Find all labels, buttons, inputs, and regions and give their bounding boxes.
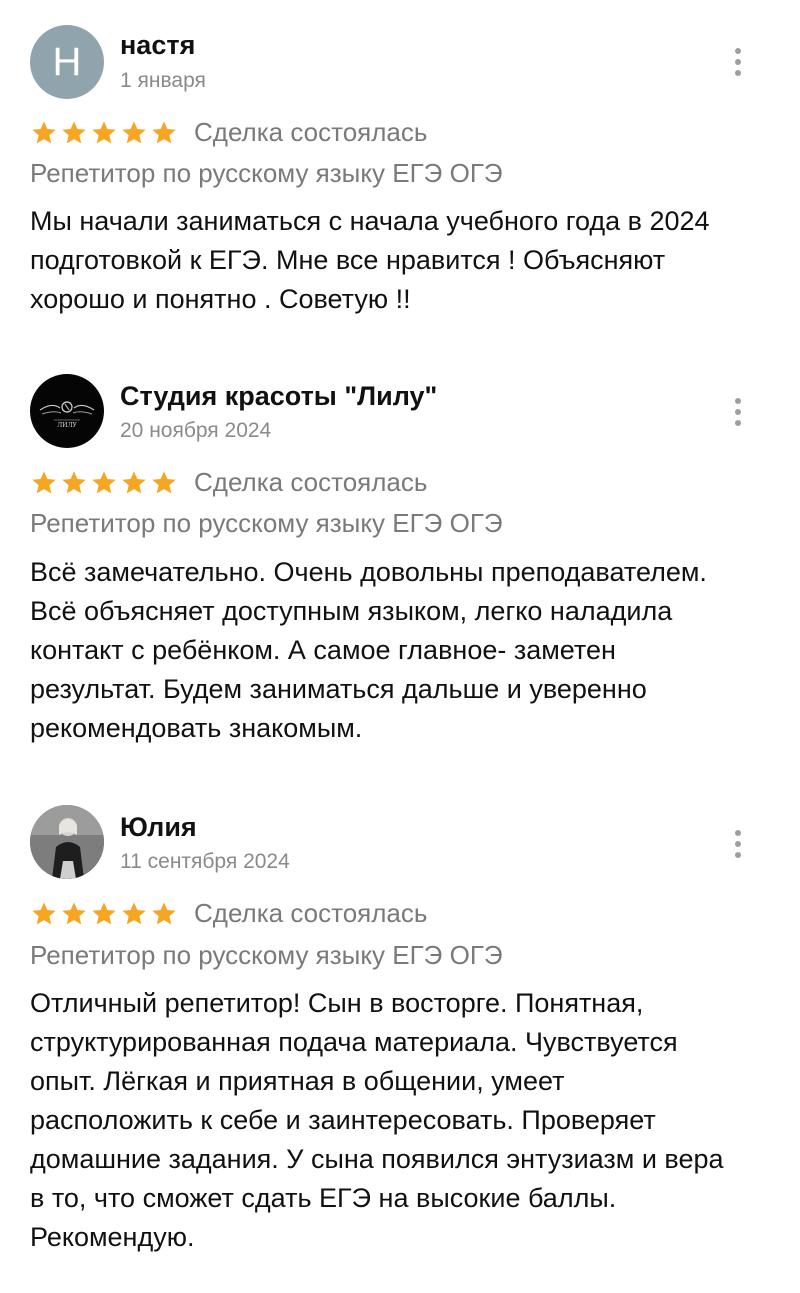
user-photo-icon [30, 805, 104, 879]
star-icon [32, 470, 56, 493]
review-text: Отличный репетитор! Сын в восторге. Поня… [30, 984, 770, 1257]
review-text-line: Рекомендую. [30, 1222, 195, 1252]
avatar[interactable]: Н [30, 25, 104, 99]
review-text-line: опыт. Лёгкая и приятная в общении, умеет [30, 1066, 565, 1096]
star-icon [152, 901, 176, 924]
deal-status: Сделка состоялась [194, 117, 428, 147]
review-text-line: результат. Будем заниматься дальше и уве… [30, 674, 647, 704]
review-text-line: подготовкой к ЕГЭ. Мне все нравится ! Об… [30, 245, 666, 275]
star-rating [30, 900, 178, 928]
studio-logo-icon: ЛИЛУ [39, 401, 95, 429]
star-icon [152, 470, 176, 493]
rating-row: Сделка состоялась [30, 898, 427, 929]
avatar-letter: Н [52, 39, 82, 84]
star-icon [122, 120, 146, 143]
rating-row: Сделка состоялась [30, 467, 427, 498]
star-icon [92, 470, 116, 493]
star-icon [122, 901, 146, 924]
star-icon [122, 470, 146, 493]
rating-row: Сделка состоялась [30, 117, 427, 148]
review-text-line: Мы начали заниматься с начала учебного г… [30, 206, 710, 236]
review-text: Мы начали заниматься с начала учебного г… [30, 202, 770, 319]
review-date: 20 ноября 2024 [120, 419, 272, 442]
star-icon [92, 901, 116, 924]
star-rating [30, 119, 178, 147]
author-name[interactable]: Юлия [120, 812, 197, 843]
star-icon [62, 901, 86, 924]
deal-status: Сделка состоялась [194, 467, 428, 497]
deal-status: Сделка состоялась [194, 898, 428, 928]
more-options-icon[interactable] [726, 826, 750, 862]
review-text-line: домашние задания. У сына появился энтузи… [30, 1144, 724, 1174]
star-icon [62, 120, 86, 143]
star-icon [92, 120, 116, 143]
review-text-line: хорошо и понятно . Советую !! [30, 284, 411, 314]
service-category: Репетитор по русскому языку ЕГЭ ОГЭ [30, 508, 503, 538]
avatar[interactable] [30, 805, 104, 879]
star-icon [62, 470, 86, 493]
review-text-line: рекомендовать знакомым. [30, 713, 363, 743]
review-text-line: Всё замечательно. Очень довольны препода… [30, 557, 707, 587]
star-icon [32, 120, 56, 143]
review-text: Всё замечательно. Очень довольны препода… [30, 553, 770, 748]
review-date: 1 января [120, 69, 206, 92]
review-text-line: Всё объясняет доступным языком, легко на… [30, 596, 673, 626]
more-options-icon[interactable] [726, 44, 750, 80]
more-options-icon[interactable] [726, 394, 750, 430]
review-text-line: Отличный репетитор! Сын в восторге. Поня… [30, 988, 644, 1018]
review-text-line: расположить к себе и заинтересовать. Про… [30, 1105, 656, 1135]
review-text-line: в то, что сможет сдать ЕГЭ на высокие ба… [30, 1183, 617, 1213]
star-icon [152, 120, 176, 143]
studio-logo-text: ЛИЛУ [57, 422, 77, 429]
star-rating [30, 469, 178, 497]
author-name[interactable]: настя [120, 30, 195, 61]
star-icon [32, 901, 56, 924]
service-category: Репетитор по русскому языку ЕГЭ ОГЭ [30, 940, 503, 970]
author-name[interactable]: Студия красоты "Лилу" [120, 381, 437, 412]
service-category: Репетитор по русскому языку ЕГЭ ОГЭ [30, 158, 503, 188]
review-text-line: структурированная подача материала. Чувс… [30, 1027, 678, 1057]
review-date: 11 сентября 2024 [120, 850, 290, 873]
review-text-line: контакт с ребёнком. А самое главное- зам… [30, 635, 616, 665]
avatar[interactable]: ЛИЛУ [30, 374, 104, 448]
